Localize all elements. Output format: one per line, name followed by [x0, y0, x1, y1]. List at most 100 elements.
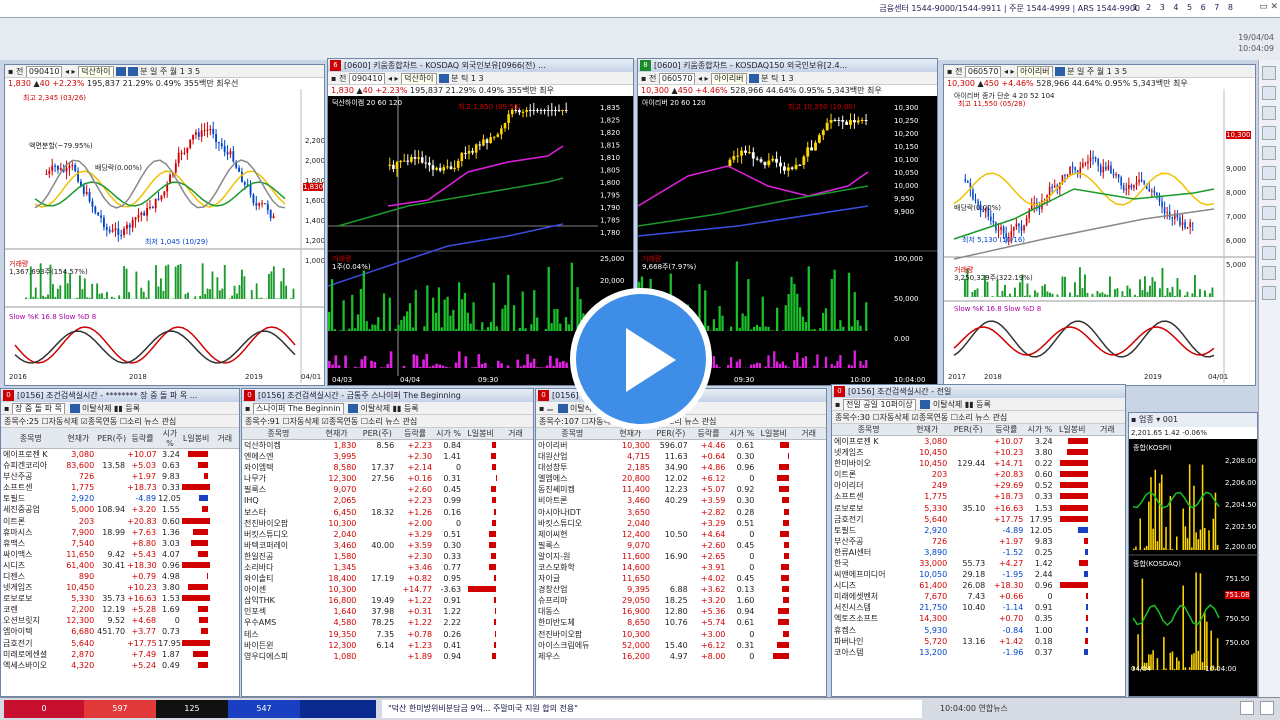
tool-icon[interactable] [348, 404, 359, 413]
table-row[interactable]: 에이프로젠 K 3,080 +10.07 3.24 [832, 436, 1125, 448]
table-row[interactable]: 에이프로젠 K 3,080 +10.07 3.24 [1, 449, 239, 461]
table-row[interactable]: 필룩스 9,070 +2.60 0.45 [242, 484, 533, 495]
tool-icon[interactable] [1262, 286, 1276, 300]
index-toolbar[interactable]: ▪ 업종 ▾ 001 [1129, 413, 1257, 427]
tool-icon[interactable] [115, 67, 126, 76]
tool-icon[interactable] [1054, 67, 1065, 76]
table-row[interactable]: 나무가 12,300 27.56 +0.16 0.31 [242, 473, 533, 484]
table-row[interactable]: 코렌 2,200 12.19 +5.28 1.69 [1, 604, 239, 615]
table-row[interactable]: IHQ 2,065 +2.23 0.99 [242, 495, 533, 506]
table-row[interactable]: 영우디에스피 1,080 +1.89 0.94 [242, 651, 533, 662]
condition-scan-window-4[interactable]: 0 [0156] 조건검색실시간 - 전일 ▪ 전일 공일 10퍼이상 이탈삭제 ▮… [831, 384, 1126, 697]
table-row[interactable]: 아이스크림에듀 52,000 15.40 +6.12 0.31 [536, 640, 826, 651]
tool-icon[interactable] [1262, 226, 1276, 240]
column-header[interactable]: 현재가 [905, 424, 950, 436]
table-row[interactable]: 토필드 2,920 -4.89 12.05 [832, 525, 1125, 536]
table-row[interactable]: 경창산업 9,395 6.88 +3.62 0.13 [536, 584, 826, 595]
table-row[interactable]: 자이글 11,650 +4.02 0.45 [536, 573, 826, 584]
table-row[interactable]: 비아트론 3,460 40.29 +3.59 0.30 [536, 495, 826, 506]
table-row[interactable]: 한국 33,000 55.73 +4.27 1.42 [832, 558, 1125, 569]
column-header[interactable]: L일봉비 [1054, 424, 1090, 436]
tool-icon[interactable] [1262, 86, 1276, 100]
table-row[interactable]: 휴마시스 7,900 18.99 +7.63 1.36 [1, 527, 239, 538]
video-play-button[interactable] [570, 288, 712, 430]
table-row[interactable]: 한미반도체 8,650 10.76 +5.74 0.61 [536, 617, 826, 628]
table-row[interactable]: 이트론 203 +20.83 0.60 [1, 515, 239, 526]
column-header[interactable]: 거래 [1089, 424, 1125, 436]
column-header[interactable]: 종목명 [1, 428, 61, 449]
table-row[interactable]: 와이솔티 18,400 17.19 +0.82 0.95 [242, 573, 533, 584]
table-row[interactable]: 소리바다 1,345 +3.46 0.77 [242, 562, 533, 573]
column-header[interactable]: 등락률 [127, 428, 159, 449]
table-row[interactable]: 금호전기 5,640 +17.75 17.95 [1, 638, 239, 649]
table-row[interactable]: 아이센 10,300 +14.77 -3.63 [242, 584, 533, 595]
table-row[interactable]: 소프트센 1,775 +18.73 0.33 [1, 482, 239, 493]
column-header[interactable]: 시가 % [727, 428, 757, 440]
table-row[interactable]: 코스모화학 14,600 +3.91 0 [536, 562, 826, 573]
condition-select[interactable]: 전일 공일 10퍼이상 [842, 399, 916, 410]
table-row[interactable]: 엑토즈소프트 14,300 +0.70 0.35 [832, 613, 1125, 624]
table-row[interactable]: 와이엠텍 8,580 17.37 +2.14 0 [242, 462, 533, 473]
table-row[interactable]: 엔에스엔 3,995 +2.30 1.41 [242, 451, 533, 462]
table-row[interactable]: 엠아이텍 6,680 451.70 +3.77 0.73 [1, 626, 239, 637]
chart-toolbar[interactable]: ▪ 전 090410 ◂ ▸ 덕산하이 분 일 주 월 1 3 5 [5, 65, 324, 78]
condition-select[interactable] [546, 409, 553, 411]
table-row[interactable]: 우수AMS 4,580 78.25 +1.22 2.22 [242, 617, 533, 628]
table-row[interactable]: 엑세스바이오 4,320 +5.24 0.49 [1, 660, 239, 671]
table-row[interactable]: 바이든윈 12,300 6.14 +1.23 0.41 [242, 640, 533, 651]
condition-scan-window-2[interactable]: 0 [0156] 조건검색실시간 - 금통주 스나이퍼 The Beginning… [241, 388, 534, 697]
tool-icon[interactable] [1262, 266, 1276, 280]
tool-icon[interactable] [438, 74, 449, 83]
scan-options[interactable]: 종목수:30 ☐자동삭제 ☑종목연동 ☐소리 뉴스 관심 [832, 411, 1125, 424]
table-row[interactable]: 버킷스튜디오 2,040 +3.29 0.51 [242, 529, 533, 540]
table-row[interactable]: 한미바이오 10,450 129.44 +14.71 0.22 [832, 458, 1125, 469]
news-ticker[interactable]: "덕산 한미방위비분담금 9억... 주말미국 지원 합의 전용" [382, 700, 922, 718]
table-row[interactable]: 인포섹 1,640 37.98 +0.31 1.22 [242, 606, 533, 617]
table-row[interactable]: 미래에셋벤처 7,670 7.43 +0.66 0 [832, 591, 1125, 602]
column-header[interactable]: 시가 % [158, 428, 182, 449]
table-row[interactable]: 슈프리마 29,050 18.25 +3.20 1.60 [536, 595, 826, 606]
table-row[interactable]: 한류AI센터 3,890 -1.52 0.25 [832, 547, 1125, 558]
tool-icon[interactable] [1262, 246, 1276, 260]
table-row[interactable]: 바텍코퍼레이 3,460 40.00 +3.59 0.30 [242, 540, 533, 551]
tool-icon[interactable] [748, 74, 759, 83]
column-header[interactable]: L일봉비 [756, 428, 792, 440]
column-header[interactable]: PER(주) [358, 428, 397, 440]
condition-select[interactable]: 장 중 돌 파 목 [11, 403, 65, 414]
table-row[interactable]: 부산주공 726 +1.97 9.83 [1, 471, 239, 482]
price-chart[interactable]: 아이리버 종가 단순 4 20 52 104 최고 11,550 (05/28)… [944, 89, 1255, 383]
stock-code-input[interactable]: 060570 [964, 66, 1002, 77]
table-row[interactable]: 소프트센 1,775 +18.73 0.33 [832, 491, 1125, 502]
tool-icon[interactable] [1262, 126, 1276, 140]
tool-icon[interactable] [1262, 66, 1276, 80]
tool-icon[interactable] [1262, 206, 1276, 220]
condition-scan-window-1[interactable]: 0 [0156] 조건검색실시간 - ******** 장 중 돌 파 목 ...… [0, 388, 240, 697]
tool-icon[interactable] [1262, 166, 1276, 180]
daily-chart-window-4[interactable]: ▪ 전 060570 ◂ ▸ 아이리버 분 일 주 월 1 3 5 10,300… [943, 64, 1256, 386]
window-controls[interactable]: ▭ ✕ [1259, 2, 1278, 12]
table-row[interactable]: 삼익THK 16,800 19.49 +1.22 0.91 [242, 595, 533, 606]
table-row[interactable]: 오션브릿지 12,300 9.52 +4.68 0 [1, 615, 239, 626]
condition-scan-window-3[interactable]: 0[0156] 조건검색실시간 - ...▪ 이탈삭제 ▮▮ 등록종목수:107… [535, 388, 827, 697]
table-row[interactable]: 로보로보 5,330 35.10 +16.63 1.53 [832, 502, 1125, 513]
tool-icon[interactable] [557, 404, 568, 413]
table-row[interactable]: 대성창투 2,185 34.90 +4.86 0.96 [536, 462, 826, 473]
tool-icon[interactable] [69, 404, 80, 413]
table-row[interactable]: 엘엠에스 20,800 12.02 +6.12 0 [536, 473, 826, 484]
scan-toolbar[interactable]: ▪ 장 중 돌 파 목 이탈삭제 ▮▮ 등록 [1, 402, 239, 415]
scan-options[interactable]: 종목수:25 ☐자동삭제 ☑종목연동 ☐소리 뉴스 관심 [1, 415, 239, 428]
status-button[interactable] [1260, 701, 1274, 715]
table-row[interactable]: 제이씨현 12,400 10.50 +4.64 0 [536, 529, 826, 540]
table-row[interactable]: 덕산하이켐 1,830 8.56 +2.23 0.84 [242, 440, 533, 452]
table-row[interactable]: 서진시스템 21,750 10.40 -1.14 0.91 [832, 602, 1125, 613]
table-row[interactable]: 로보로보 5,330 35.73 +16.63 1.53 [1, 593, 239, 604]
column-header[interactable]: 거래 [210, 428, 239, 449]
table-row[interactable]: 아이리버 10,300 596.07 +4.46 0.61 [536, 440, 826, 452]
column-header[interactable]: 현재가 [314, 428, 359, 440]
scan-toolbar[interactable]: ▪ 스나이퍼 The Beginnin 이탈삭제 ▮▮ 등록 [242, 402, 533, 415]
table-row[interactable]: 테스 19,350 7.35 +0.78 0.26 [242, 629, 533, 640]
status-button[interactable] [1240, 701, 1254, 715]
table-row[interactable]: 전진바이오팜 10,300 +2.00 0 [242, 518, 533, 529]
stock-code-input[interactable]: 090410 [25, 66, 63, 77]
table-row[interactable]: 보스타 6,450 18.32 +1.26 0.16 [242, 506, 533, 517]
